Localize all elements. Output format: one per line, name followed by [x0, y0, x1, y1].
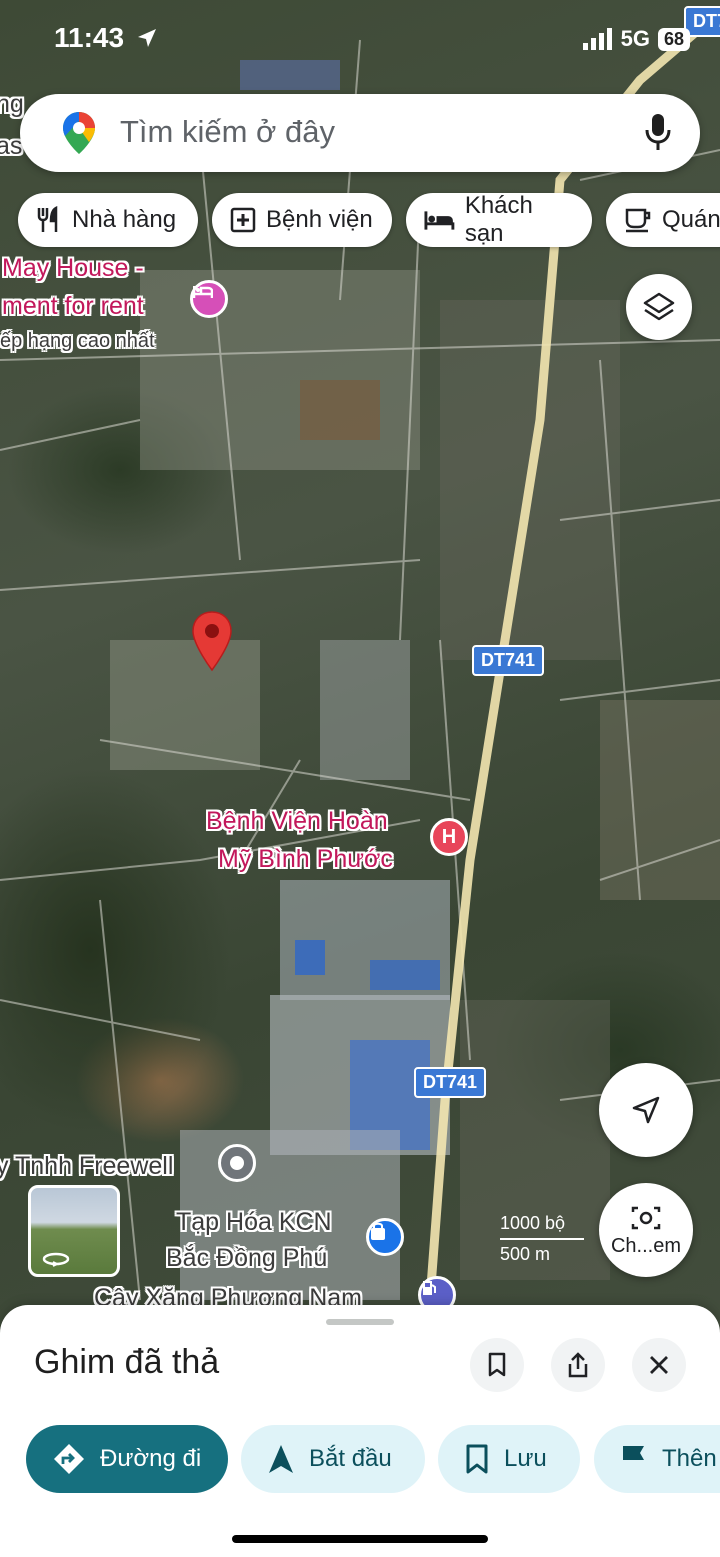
google-maps-pin-icon [62, 111, 96, 160]
hotel-icon [424, 211, 455, 230]
chip-hotels[interactable]: Khách sạn [406, 192, 592, 247]
map-label-may-house[interactable]: May House - [2, 252, 144, 284]
start-button[interactable]: Bắt đầu [241, 1425, 425, 1493]
map-label-edge: as [0, 132, 23, 160]
status-right: 5G 68 [582, 26, 690, 52]
map-label-may-house[interactable]: ment for rent [2, 290, 144, 322]
chip-label: Quán [662, 206, 720, 233]
chip-hospitals[interactable]: Bệnh viện [212, 193, 392, 247]
chip-label: Bệnh viện [266, 206, 373, 233]
scale-meters: 500 m [500, 1244, 551, 1264]
road-shield-dt741: DT741 [472, 645, 545, 676]
chip-label: Nhà hàng [72, 206, 177, 233]
time-text: 11:43 [54, 22, 125, 53]
home-indicator[interactable] [232, 1535, 488, 1543]
flag-icon [623, 1446, 644, 1473]
scale-feet: 1000 bộ [500, 1213, 566, 1233]
cafe-icon [625, 208, 651, 233]
map-label-hospital[interactable]: Bệnh Viện Hoàn [206, 805, 388, 837]
network-type: 5G [620, 26, 650, 51]
save-label: Lưu [504, 1445, 547, 1472]
street-view-thumbnail[interactable] [28, 1185, 120, 1277]
camera-icon [631, 1206, 661, 1229]
battery-icon: 68 [657, 27, 690, 51]
share-icon [568, 1352, 588, 1378]
add-label-label: Thên [662, 1445, 717, 1472]
hotel-poi-icon[interactable] [190, 280, 228, 318]
search-input[interactable]: Tìm kiếm ở đây [120, 114, 335, 150]
close-button[interactable] [632, 1338, 686, 1392]
map-label-hospital[interactable]: Mỹ Bình Phước [218, 843, 393, 875]
scale-bar [500, 1238, 584, 1240]
layers-icon [643, 292, 675, 321]
bookmark-icon [466, 1444, 488, 1474]
add-label-button[interactable]: Thên [594, 1425, 720, 1493]
company-poi-icon[interactable] [218, 1144, 256, 1182]
directions-label: Đường đi [100, 1445, 202, 1472]
map-label-shop[interactable]: Bắc Đồng Phú [166, 1242, 327, 1274]
street-view-button[interactable]: Ch...em [599, 1183, 693, 1277]
map-label-shop[interactable]: Tạp Hóa KCN [176, 1206, 332, 1238]
chip-label: Khách sạn [464, 192, 533, 247]
restaurant-icon [37, 206, 58, 232]
layers-button[interactable] [626, 274, 692, 340]
sheet-title: Ghim đã thả [34, 1343, 220, 1381]
search-bar[interactable]: Tìm kiếm ở đây [20, 94, 700, 172]
microphone-icon[interactable] [644, 112, 672, 157]
hospital-poi-icon[interactable]: H [430, 818, 468, 856]
road-shield-dt741: DT741 [414, 1067, 487, 1098]
share-button[interactable] [551, 1338, 605, 1392]
map-label-freewell[interactable]: y Tnhh Freewell [0, 1150, 173, 1182]
chip-cafes[interactable]: Quán [606, 193, 720, 247]
map-scale: 1000 bộ 500 m [500, 1213, 584, 1265]
map-label-rating: ếp hạng cao nhất [0, 330, 155, 352]
hospital-icon [230, 207, 256, 233]
status-time: 11:43 [54, 22, 158, 54]
directions-icon [54, 1444, 84, 1474]
save-button[interactable]: Lưu [438, 1425, 580, 1493]
close-icon [650, 1356, 668, 1374]
start-label: Bắt đầu [309, 1445, 392, 1472]
category-chips: Nhà hàng Bệnh viện Khách sạn Quán [0, 192, 720, 249]
map-label-edge: ng [0, 90, 24, 118]
my-location-button[interactable] [599, 1063, 693, 1157]
shopping-bag-poi-icon[interactable] [366, 1218, 404, 1256]
street-view-label: Ch...em [610, 1234, 682, 1257]
chip-restaurants[interactable]: Nhà hàng [18, 193, 198, 247]
status-bar: 11:43 5G 68 [0, 0, 720, 80]
location-arrow-icon [137, 29, 156, 47]
save-icon-button[interactable] [470, 1338, 524, 1392]
bookmark-icon [488, 1352, 506, 1377]
place-bottom-sheet: Ghim đã thả Đường đi Bắt đầu Lưu Thên [0, 1305, 720, 1557]
sheet-drag-handle[interactable] [326, 1319, 394, 1325]
directions-button[interactable]: Đường đi [26, 1425, 228, 1493]
navigation-icon [632, 1096, 660, 1124]
navigation-arrow-icon [269, 1445, 293, 1473]
rotate-360-icon [42, 1252, 70, 1267]
signal-icon [582, 28, 612, 50]
